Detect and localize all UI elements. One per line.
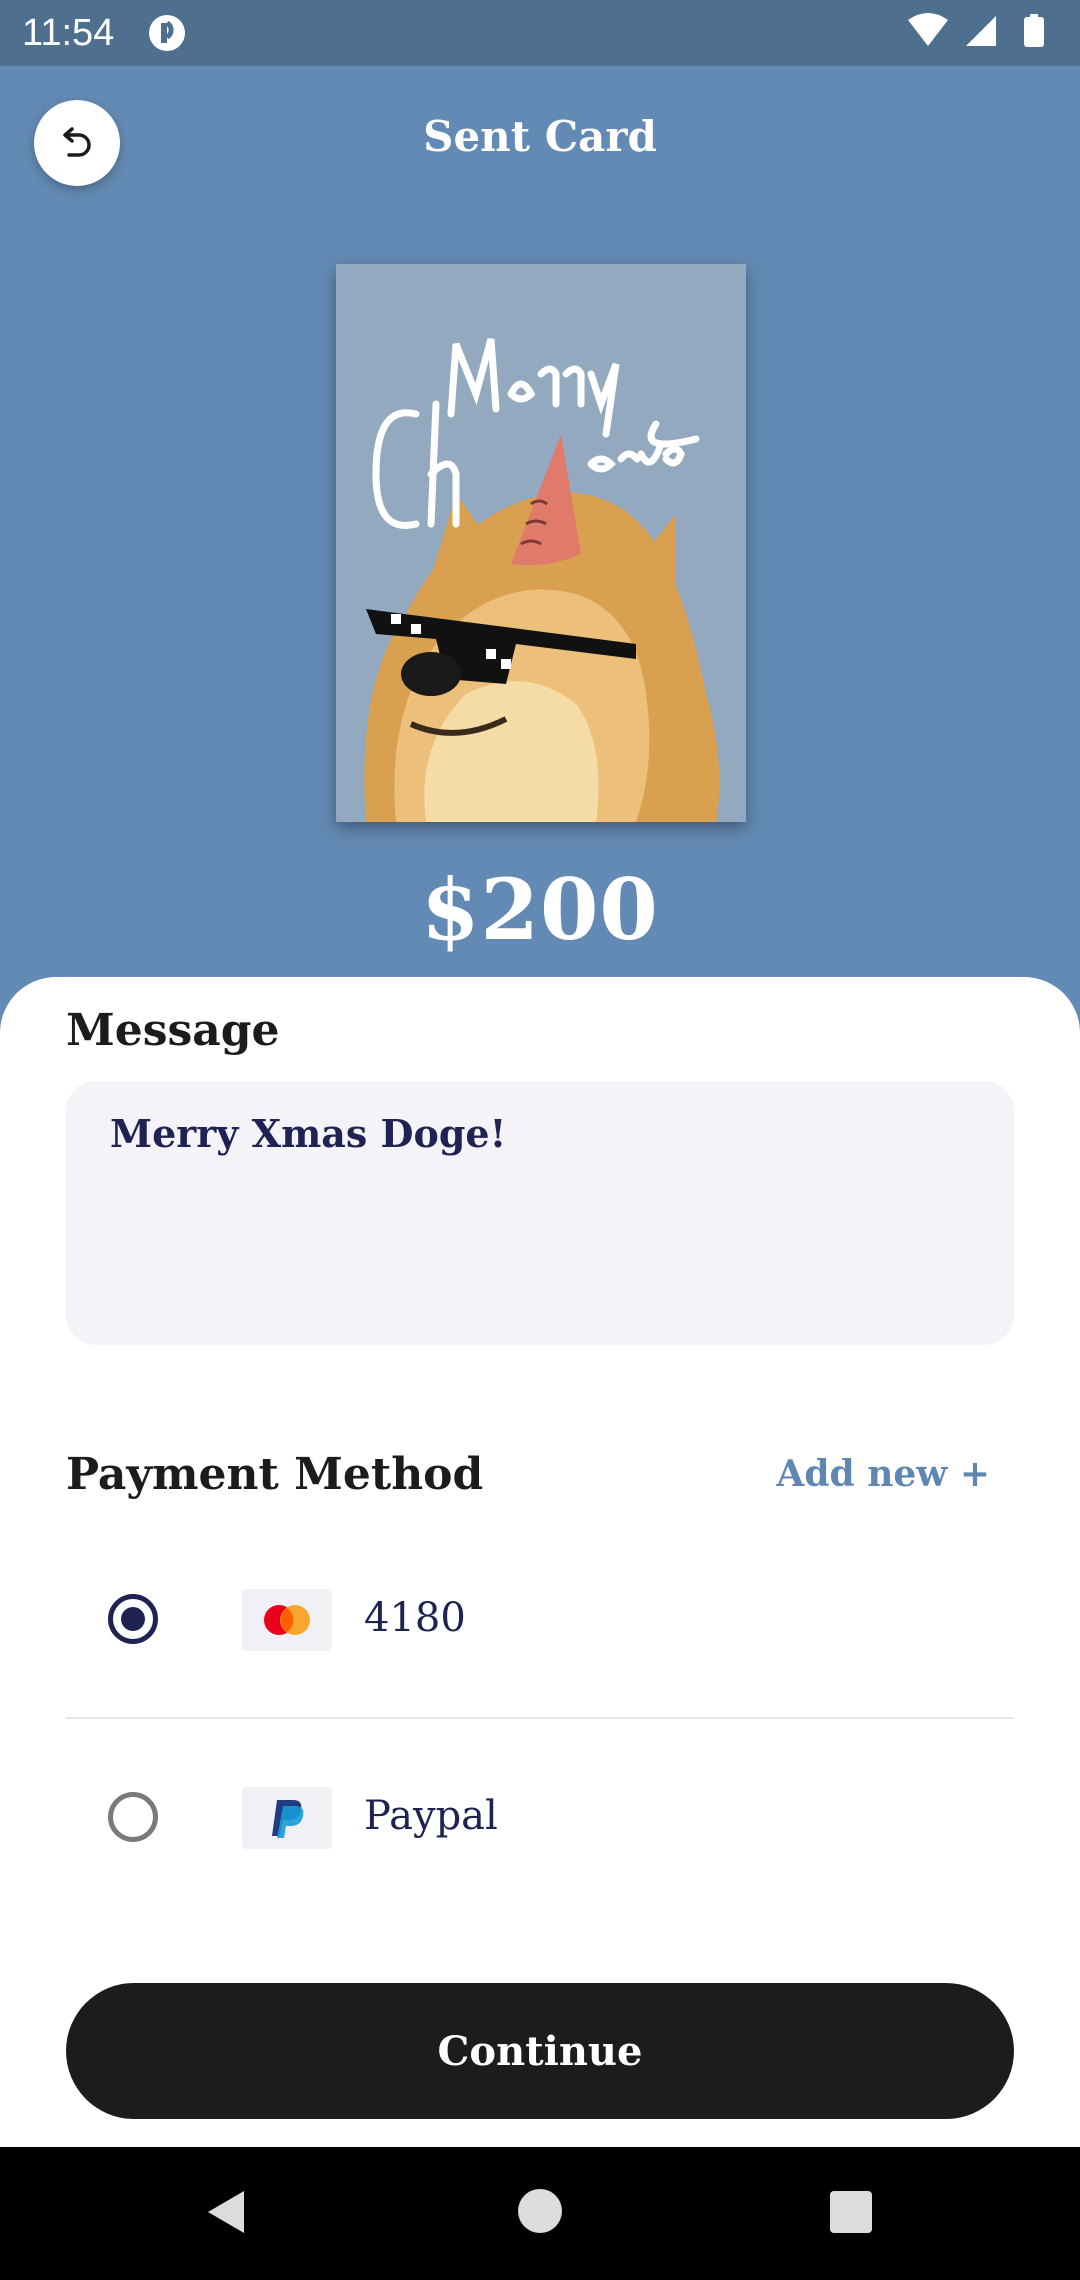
payment-option-paypal[interactable]: Paypal <box>66 1757 1014 1877</box>
price: $200 <box>421 860 659 959</box>
card-image <box>336 264 746 822</box>
system-nav-bar <box>0 2147 1080 2280</box>
divider <box>66 1717 1014 1719</box>
message-heading: Message <box>66 1005 280 1056</box>
payment-method-heading: Payment Method <box>66 1449 484 1500</box>
signal-icon <box>966 16 996 46</box>
nav-back-icon[interactable] <box>204 2189 248 2235</box>
radio-selected[interactable] <box>108 1594 158 1644</box>
page-title: Sent Card <box>423 112 657 161</box>
bottom-sheet: Message Merry Xmas Doge! Payment Method … <box>0 977 1080 2147</box>
status-bar: 11:54 <box>0 0 1080 66</box>
payment-label-paypal: Paypal <box>364 1793 498 1839</box>
status-time: 11:54 <box>22 12 115 54</box>
app-notification-icon <box>149 15 185 51</box>
nav-home-icon[interactable] <box>518 2189 562 2233</box>
mastercard-icon <box>242 1589 332 1651</box>
radio-unselected[interactable] <box>108 1792 158 1842</box>
payment-label-card: 4180 <box>364 1595 466 1641</box>
paypal-icon <box>242 1787 332 1849</box>
payment-option-mastercard[interactable]: 4180 <box>66 1559 1014 1679</box>
continue-button[interactable]: Continue <box>66 1983 1014 2119</box>
nav-recents-icon[interactable] <box>830 2191 872 2233</box>
status-icons <box>908 13 1044 47</box>
battery-icon <box>1024 14 1044 47</box>
message-input[interactable]: Merry Xmas Doge! <box>66 1081 1014 1345</box>
doge-christmas-illustration <box>336 264 746 822</box>
wifi-icon <box>908 13 948 46</box>
add-new-payment-button[interactable]: Add new + <box>776 1453 990 1495</box>
